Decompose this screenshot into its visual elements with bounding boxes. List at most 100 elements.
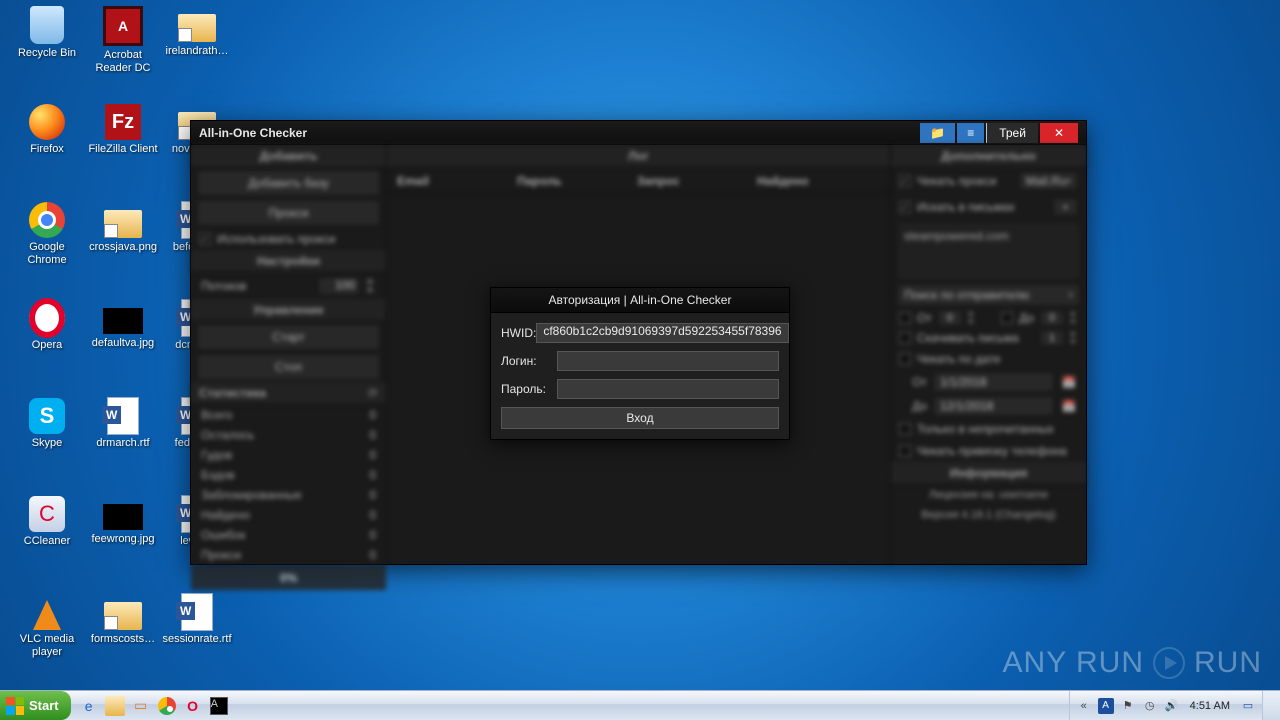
skype-icon: S: [29, 398, 65, 434]
titlebar[interactable]: All-in-One Checker 📁 ≡ Трей ✕: [191, 121, 1086, 145]
checkbox-icon[interactable]: [1001, 312, 1013, 324]
download-spinner[interactable]: 1▲▼: [1040, 330, 1078, 346]
ie-icon[interactable]: e: [79, 696, 99, 716]
volume-icon[interactable]: 🔊: [1164, 698, 1180, 714]
refresh-icon[interactable]: ⟳: [368, 386, 378, 400]
use-proxy-row[interactable]: ✓Использовать прокси: [191, 228, 386, 250]
password-input[interactable]: [557, 379, 779, 399]
download-row[interactable]: Скачивать письма 1▲▼: [891, 328, 1086, 348]
icon-recycle-bin[interactable]: Recycle Bin: [10, 6, 84, 60]
hwid-label: HWID:: [501, 326, 536, 340]
login-input[interactable]: [557, 351, 779, 371]
spin-down-icon[interactable]: ▼: [966, 318, 976, 326]
from-spinner[interactable]: 0▲▼: [938, 310, 976, 326]
spin-down-icon[interactable]: ▼: [364, 286, 376, 295]
titlebar-menu-button[interactable]: ≡: [957, 123, 984, 143]
spin-up-icon[interactable]: ▲: [1068, 330, 1078, 338]
check-date-row[interactable]: Чекать по дате: [891, 348, 1086, 370]
opera-taskbar-icon[interactable]: O: [183, 696, 203, 716]
stat-errors: Ошибок0: [191, 525, 386, 545]
icon-opera[interactable]: Opera: [10, 300, 84, 352]
spin-down-icon[interactable]: ▼: [1068, 338, 1078, 346]
license-line2[interactable]: Версия 4.18.1 (Changelog): [891, 505, 1086, 525]
vlc-icon: [33, 600, 61, 630]
chrome-taskbar-icon[interactable]: [157, 696, 177, 716]
checkbox-icon: ✓: [899, 201, 911, 213]
log-columns: Email Пароль Запрос Найдено: [387, 168, 890, 193]
titlebar-tray-button[interactable]: Трей: [986, 123, 1038, 143]
to-spinner[interactable]: 0▲▼: [1040, 310, 1078, 326]
stat-blocked: Заблокированные0: [191, 485, 386, 505]
plus-button[interactable]: +: [1053, 198, 1078, 216]
icon-label: Skype: [10, 437, 84, 450]
date-from-input[interactable]: 1/1/2018: [933, 372, 1054, 392]
notes-icon[interactable]: ▭: [131, 696, 151, 716]
icon-label: FileZilla Client: [86, 143, 160, 156]
start-button[interactable]: Start: [0, 691, 71, 720]
start-button[interactable]: Старт: [197, 324, 380, 350]
section-control: Управление: [191, 299, 386, 322]
add-base-button[interactable]: Добавить базу: [197, 170, 380, 196]
tray-expand-icon[interactable]: «: [1076, 698, 1092, 714]
spin-up-icon[interactable]: ▲: [364, 277, 376, 286]
icon-irelandrath[interactable]: irelandrath…: [160, 6, 234, 58]
aio-taskbar-icon[interactable]: A: [209, 696, 229, 716]
explorer-icon[interactable]: [105, 696, 125, 716]
icon-formscosts[interactable]: formscosts…: [86, 594, 160, 646]
check-proxy-row[interactable]: ✓Чекать прокси Mail.Ru▾: [891, 168, 1086, 194]
show-desktop-button[interactable]: [1262, 691, 1280, 720]
threads-spinner[interactable]: 100 ▲▼: [318, 277, 376, 295]
enter-button[interactable]: Вход: [501, 407, 779, 429]
icon-feewrong[interactable]: feewrong.jpg: [86, 496, 160, 546]
icon-firefox[interactable]: Firefox: [10, 104, 84, 156]
system-tray: « A ⚑ ◷ 🔊 4:51 AM ▭: [1069, 691, 1262, 720]
icon-drmarch[interactable]: drmarch.rtf: [86, 398, 160, 450]
icon-ccleaner[interactable]: CCCleaner: [10, 496, 84, 548]
unread-row[interactable]: Только в непрочитанных: [891, 418, 1086, 440]
icon-defaultva[interactable]: defaultva.jpg: [86, 300, 160, 350]
stop-button[interactable]: Стоп: [197, 354, 380, 380]
icon-filezilla[interactable]: FzFileZilla Client: [86, 104, 160, 156]
left-panel: Добавить Добавить базу Прокси ✓Использов…: [191, 145, 387, 564]
windows-logo-icon: [6, 697, 24, 715]
image-icon: [103, 308, 143, 334]
titlebar-folder-button[interactable]: 📁: [920, 123, 955, 143]
clock[interactable]: 4:51 AM: [1186, 700, 1234, 712]
icon-sessionrate[interactable]: sessionrate.rtf: [160, 594, 234, 646]
phone-row[interactable]: Чекать привязку телефона: [891, 440, 1086, 462]
tray-label: Трей: [999, 126, 1026, 140]
icon-chrome[interactable]: Google Chrome: [10, 202, 84, 266]
proxy-button[interactable]: Прокси: [197, 200, 380, 226]
icon-crossjava[interactable]: crossjava.png: [86, 202, 160, 254]
calendar-icon[interactable]: 📅: [1060, 397, 1078, 415]
password-row: Пароль:: [501, 379, 779, 399]
image-icon: [103, 504, 143, 530]
quicklaunch: e ▭ O A: [71, 696, 237, 716]
login-label: Логин:: [501, 354, 557, 368]
search-sender-combo[interactable]: Поиск по отправителю▾: [897, 284, 1080, 306]
auth-modal: Авторизация | All-in-One Checker HWID: c…: [490, 287, 790, 440]
network-icon[interactable]: ◷: [1142, 698, 1158, 714]
spin-up-icon[interactable]: ▲: [1068, 310, 1078, 318]
spin-up-icon[interactable]: ▲: [966, 310, 976, 318]
icon-acrobat[interactable]: AAcrobat Reader DC: [86, 6, 160, 74]
monitor-icon[interactable]: ▭: [1240, 698, 1256, 714]
titlebar-close-button[interactable]: ✕: [1040, 123, 1078, 143]
flag-icon[interactable]: ⚑: [1120, 698, 1136, 714]
language-indicator[interactable]: A: [1098, 698, 1114, 714]
checkbox-icon[interactable]: [899, 312, 911, 324]
icon-skype[interactable]: S Skype: [10, 398, 84, 450]
search-mail-row[interactable]: ✓Искать в письмах +: [891, 194, 1086, 220]
spin-down-icon[interactable]: ▼: [1068, 318, 1078, 326]
icon-vlc[interactable]: VLC media player: [10, 594, 84, 658]
calendar-icon[interactable]: 📅: [1060, 373, 1078, 391]
mailru-combo[interactable]: Mail.Ru: [1026, 174, 1067, 188]
threads-value[interactable]: 100: [318, 277, 360, 295]
close-icon: ✕: [1054, 126, 1064, 140]
checkbox-icon: [899, 445, 911, 457]
progress: 0%: [191, 565, 386, 590]
icon-label: Google Chrome: [10, 241, 84, 266]
date-to-input[interactable]: 12/1/2018: [933, 396, 1054, 416]
hwid-input[interactable]: cf860b1c2cb9d91069397d592253455f78396: [536, 323, 788, 343]
domains-box[interactable]: steampowered.com: [897, 222, 1080, 280]
